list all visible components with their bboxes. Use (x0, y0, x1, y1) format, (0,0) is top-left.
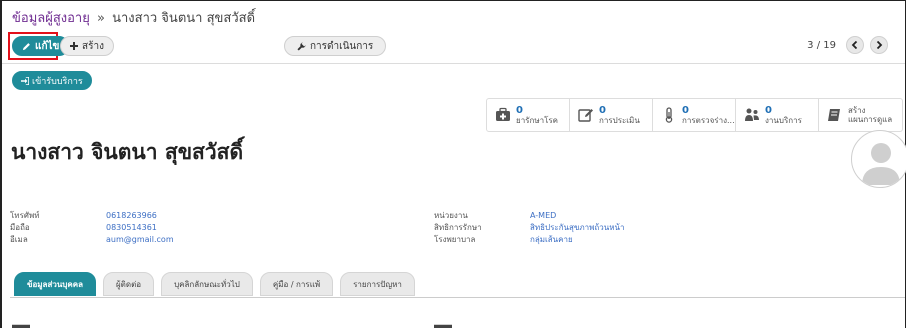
people-icon (745, 108, 759, 121)
tab-problem-list[interactable]: รายการปัญหา (340, 272, 415, 296)
breadcrumb: ข้อมูลผู้สูงอายุ » นางสาว จินตนา สุขสวัส… (12, 7, 255, 28)
stat-service-count: 0 (765, 104, 772, 116)
cutoff-field-label-left (12, 324, 30, 328)
email-value[interactable]: aum@gmail.com (106, 234, 174, 246)
plus-icon (70, 42, 78, 50)
checkin-button-label: เข้ารับบริการ (32, 76, 83, 87)
create-button-label: สร้าง (82, 40, 104, 52)
edit-button-label: แก้ไข (35, 40, 60, 52)
control-panel: ข้อมูลผู้สูงอายุ » นางสาว จินตนา สุขสวัส… (2, 1, 905, 63)
edit-note-icon (578, 109, 593, 122)
stat-checkup-label: การตรวจร่าง... (682, 115, 735, 125)
stat-assessment-count: 0 (599, 104, 606, 116)
organization-fields: หน่วยงาน A-MED สิทธิการรักษา สิทธิประกัน… (434, 210, 624, 246)
pencil-icon (22, 42, 30, 50)
contact-fields: โทรศัพท์ 0618263966 มือถือ 0830514361 อี… (10, 210, 174, 246)
treatment-right-row: สิทธิการรักษา สิทธิประกันสุขภาพถ้วนหน้า (434, 222, 624, 234)
stat-medicine-label: ยารักษาโรค (516, 115, 559, 125)
tab-manual-allergy[interactable]: คู่มือ / การแพ้ (259, 272, 334, 296)
hospital-label: โรงพยาบาล (434, 235, 476, 244)
phone-value[interactable]: 0618263966 (106, 210, 157, 222)
mobile-row: มือถือ 0830514361 (10, 222, 174, 234)
breadcrumb-separator: » (97, 11, 105, 26)
stat-assessment-button[interactable]: 0 การประเมิน (570, 99, 653, 131)
checkin-button[interactable]: เข้ารับบริการ (12, 71, 92, 90)
book-icon (828, 109, 840, 121)
sign-in-icon (21, 76, 29, 85)
patient-name: นางสาว จินตนา สุขสวัสดิ์ (11, 140, 244, 164)
mobile-value[interactable]: 0830514361 (106, 222, 157, 234)
notebook-tabs: ข้อมูลส่วนบุคคล ผู้ติดต่อ บุคลิกลักษณะทั… (14, 272, 415, 296)
tab-contacts[interactable]: ผู้ติดต่อ (102, 272, 155, 296)
hospital-row: โรงพยาบาล กลุ่มเส้นคาย (434, 234, 624, 246)
stat-careplan-title: สร้าง (848, 106, 866, 115)
unit-label: หน่วยงาน (434, 211, 468, 220)
stat-service-button[interactable]: 0 งานบริการ (736, 99, 819, 131)
stat-medicine-button[interactable]: 0 ยารักษาโรค (487, 99, 570, 131)
breadcrumb-parent-link[interactable]: ข้อมูลผู้สูงอายุ (12, 11, 90, 26)
tab-general-traits[interactable]: บุคลิกลักษณะทั่วไป (161, 272, 253, 296)
avatar[interactable] (851, 130, 906, 188)
header-divider (2, 63, 905, 64)
tab-personal-info[interactable]: ข้อมูลส่วนบุคคล (14, 272, 96, 296)
thermometer-icon (665, 107, 673, 123)
pager: 3 / 19 (807, 36, 888, 54)
unit-value[interactable]: A-MED (530, 210, 556, 222)
stat-checkup-count: 0 (682, 104, 689, 116)
pager-previous-button[interactable] (846, 36, 864, 54)
stat-careplan-button[interactable]: สร้าง แผนการดูแล (819, 99, 902, 131)
action-button-label: การดำเนินการ (310, 40, 374, 52)
medical-kit-icon (496, 107, 510, 121)
action-button[interactable]: การดำเนินการ (284, 36, 387, 56)
stat-assessment-label: การประเมิน (599, 115, 640, 125)
user-silhouette-icon (862, 143, 900, 185)
pager-next-button[interactable] (870, 36, 888, 54)
treatment-right-value[interactable]: สิทธิประกันสุขภาพถ้วนหน้า (530, 222, 624, 234)
stat-checkup-button[interactable]: 0 การตรวจร่าง... (653, 99, 736, 131)
cutoff-field-label-right (434, 324, 452, 328)
treatment-right-label: สิทธิการรักษา (434, 223, 482, 232)
chevron-right-icon (876, 41, 883, 49)
stat-careplan-label: แผนการดูแล (848, 115, 893, 124)
form-sheet: 0 ยารักษาโรค 0 การประเมิน 0 การตรวจร่าง.… (2, 96, 906, 328)
phone-label: โทรศัพท์ (10, 211, 40, 220)
create-button[interactable]: สร้าง (60, 36, 114, 56)
email-label: อีเมล (10, 235, 28, 244)
smart-buttons: 0 ยารักษาโรค 0 การประเมิน 0 การตรวจร่าง.… (486, 98, 903, 132)
hospital-value[interactable]: กลุ่มเส้นคาย (530, 234, 573, 246)
stat-medicine-count: 0 (516, 104, 523, 116)
unit-row: หน่วยงาน A-MED (434, 210, 624, 222)
tab-underline (10, 297, 905, 298)
pager-value: 3 / 19 (807, 39, 836, 51)
breadcrumb-current: นางสาว จินตนา สุขสวัสดิ์ (112, 11, 256, 26)
wrench-icon (297, 41, 306, 51)
chevron-left-icon (851, 41, 858, 49)
mobile-label: มือถือ (10, 223, 30, 232)
stat-service-label: งานบริการ (765, 115, 802, 125)
phone-row: โทรศัพท์ 0618263966 (10, 210, 174, 222)
email-row: อีเมล aum@gmail.com (10, 234, 174, 246)
